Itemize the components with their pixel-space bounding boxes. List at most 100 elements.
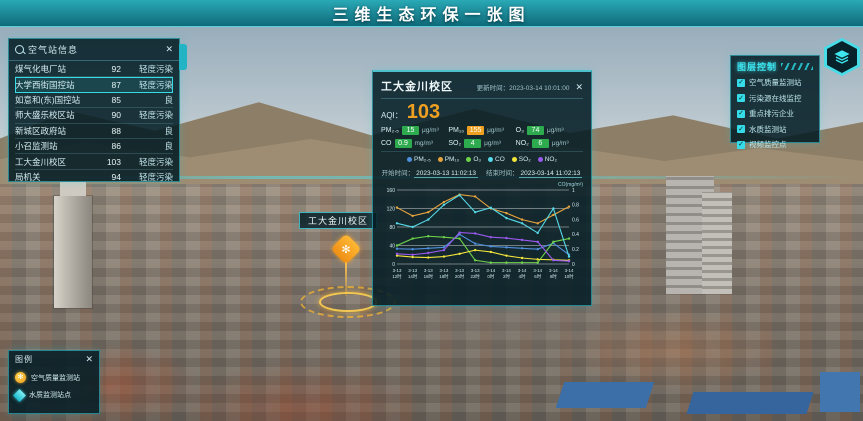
start-time-label: 开始时间： [382, 170, 415, 177]
air-station-marker-icon[interactable]: ✻ [330, 233, 361, 264]
station-name: 师大盛乐校区站 [15, 109, 97, 121]
station-level: 良 [121, 94, 173, 106]
station-name: 工大金川校区 [15, 156, 97, 168]
svg-text:20时: 20时 [455, 273, 465, 279]
layer-label: 水质监测站 [749, 124, 787, 135]
station-name: 如意和(东)国控站 [15, 94, 97, 106]
svg-text:80: 80 [389, 225, 395, 231]
layer-item[interactable]: 视频监控点 [737, 139, 813, 150]
svg-text:6时: 6时 [534, 273, 541, 279]
svg-text:3-13: 3-13 [440, 268, 449, 273]
pollutant-chip: CO 0.9 mg/m³ [381, 139, 448, 148]
station-level: 轻度污染 [121, 79, 173, 91]
svg-text:3-14: 3-14 [486, 268, 495, 273]
map-legend-label: 水质监测站点 [29, 390, 71, 400]
pollutant-unit: mg/m³ [415, 140, 433, 147]
station-row[interactable]: 新城区政府站 88 良 [15, 124, 173, 139]
legend-dot [512, 157, 517, 162]
svg-text:8时: 8时 [550, 273, 557, 279]
svg-text:3-13: 3-13 [471, 268, 480, 273]
layer-item[interactable]: 污染源在线监控 [737, 93, 813, 104]
start-time-input[interactable]: 2023-03-13 11:02:13 [414, 170, 478, 178]
pollutant-value-badge: 155 [467, 126, 484, 135]
station-row[interactable]: 如意和(东)国控站 85 良 [15, 93, 173, 108]
aqi-value: 103 [407, 102, 440, 122]
checkbox-checked-icon[interactable] [737, 79, 745, 87]
air-station-marker-icon: ✻ [15, 372, 26, 383]
close-icon[interactable]: ✕ [575, 83, 583, 92]
station-row[interactable]: 小召监测站 86 良 [15, 139, 173, 154]
layer-label: 污染源在线监控 [749, 93, 802, 104]
svg-text:3-14: 3-14 [502, 268, 511, 273]
pollutant-value-badge: 15 [402, 126, 419, 135]
layer-item[interactable]: 水质监测站 [737, 124, 813, 135]
pollutant-value-badge: 6 [532, 139, 549, 148]
svg-text:0: 0 [572, 262, 575, 268]
close-icon[interactable]: ✕ [165, 45, 173, 54]
legend-label: O₃ [473, 156, 481, 163]
map-legend-panel: 图例 ✕ ✻ 空气质量监测站 水质监测站点 [8, 350, 100, 414]
map-marker-label[interactable]: 工大金川校区 [299, 212, 377, 229]
station-aqi: 103 [97, 157, 121, 167]
layer-control-panel: 图层控制 空气质量监测站 污染源在线监控 重点排污企业 水质监测站 视频监控点 [730, 55, 820, 143]
pollutant-unit: μg/m³ [422, 127, 439, 134]
checkbox-checked-icon[interactable] [737, 110, 745, 118]
layer-item[interactable]: 空气质量监测站 [737, 77, 813, 88]
pollutant-unit: μg/m³ [484, 140, 501, 147]
legend-item[interactable]: PM₂.₅ [407, 156, 431, 163]
station-row[interactable]: 大学西街国控站 87 轻度污染 [15, 77, 173, 92]
decor-stripes [781, 63, 813, 70]
station-row[interactable]: 工大金川校区 103 轻度污染 [15, 154, 173, 169]
svg-text:10时: 10时 [564, 273, 574, 279]
pollutant-unit: μg/m³ [547, 127, 564, 134]
svg-text:0.2: 0.2 [572, 247, 579, 253]
legend-label: CO [495, 156, 505, 163]
svg-text:CO(mg/m³): CO(mg/m³) [558, 182, 583, 188]
legend-dot [538, 157, 543, 162]
svg-text:1: 1 [572, 188, 575, 194]
checkbox-checked-icon[interactable] [737, 125, 745, 133]
layer-item[interactable]: 重点排污企业 [737, 108, 813, 119]
legend-item[interactable]: CO [488, 156, 505, 163]
checkbox-checked-icon[interactable] [737, 94, 745, 102]
legend-item[interactable]: SO₂ [512, 156, 531, 163]
header-bar: 三维生态环保一张图 [0, 0, 863, 27]
time-range: 开始时间：2023-03-13 11:02:13 结束时间：2023-03-14… [381, 165, 583, 180]
map-legend-title: 图例 [15, 354, 85, 365]
layers-icon [827, 41, 857, 73]
station-row[interactable]: 师大盛乐校区站 90 轻度污染 [15, 108, 173, 123]
update-time-value: 2023-03-14 10:01:00 [509, 85, 569, 92]
legend-dot [466, 157, 471, 162]
close-icon[interactable]: ✕ [85, 355, 93, 364]
end-time-label: 结束时间： [486, 170, 519, 177]
svg-text:120: 120 [387, 206, 396, 212]
app-window: 工大金川校区 ✻ 三维生态环保一张图 空气站信息 ✕ 煤气化电厂站 92 轻度污… [0, 0, 863, 421]
pollutant-label: NO₂ [516, 140, 529, 147]
map-building [556, 382, 654, 408]
map-building [686, 392, 813, 414]
legend-item[interactable]: NO₂ [538, 156, 557, 163]
station-row[interactable]: 局机关 94 轻度污染 [15, 170, 173, 184]
station-name: 局机关 [15, 171, 97, 183]
panel-collapse-tab[interactable] [179, 44, 187, 70]
aqi-label: AQI： [381, 110, 403, 121]
legend-label: PM₂.₅ [414, 156, 431, 163]
map-legend-item: 水质监测站点 [15, 390, 93, 400]
pollutant-chip: O₃ 74 μg/m³ [516, 126, 583, 135]
water-station-marker-icon [13, 389, 26, 402]
pollutant-label: PM₁₀ [448, 127, 464, 134]
layer-label: 视频监控点 [749, 139, 787, 150]
end-time-input[interactable]: 2023-03-14 11:02:13 [519, 170, 583, 178]
legend-item[interactable]: O₃ [466, 156, 481, 163]
checkbox-checked-icon[interactable] [737, 141, 745, 149]
svg-text:3-14: 3-14 [518, 268, 527, 273]
station-row[interactable]: 煤气化电厂站 92 轻度污染 [15, 62, 173, 77]
svg-text:12时: 12时 [392, 273, 402, 279]
legend-label: PM₁₀ [445, 156, 460, 163]
pollutant-value-badge: 0.9 [395, 139, 412, 148]
popup-title: 工大金川校区 [381, 78, 453, 94]
station-name: 大学西街国控站 [15, 79, 97, 91]
pollutant-chip: PM₂.₅ 15 μg/m³ [381, 126, 448, 135]
svg-text:18时: 18时 [439, 273, 449, 279]
legend-item[interactable]: PM₁₀ [438, 156, 460, 163]
